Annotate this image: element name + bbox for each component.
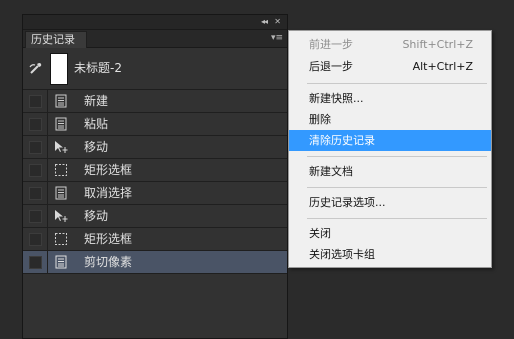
- history-source-checkbox[interactable]: [23, 136, 48, 158]
- menu-item-delete[interactable]: 删除: [289, 109, 491, 130]
- menu-item-close[interactable]: 关闭: [289, 223, 491, 244]
- menu-item-close-tab-group[interactable]: 关闭选项卡组: [289, 244, 491, 265]
- menu-item-step-forward[interactable]: 前进一步 Shift+Ctrl+Z: [289, 34, 491, 55]
- close-panel-icon[interactable]: ✕: [274, 16, 281, 28]
- history-state-row-selected[interactable]: 剪切像素: [23, 251, 287, 274]
- menu-item-history-options[interactable]: 历史记录选项...: [289, 192, 491, 213]
- menu-item-label: 历史记录选项...: [309, 196, 386, 209]
- history-state-row[interactable]: 移动: [23, 205, 287, 228]
- move-tool-icon: [55, 141, 68, 153]
- document-icon: [55, 186, 67, 200]
- collapse-panel-icon[interactable]: ◂◂: [261, 16, 268, 28]
- rect-marquee-icon: [55, 233, 67, 245]
- history-source-checkbox[interactable]: [23, 251, 48, 273]
- history-snapshot[interactable]: 未标题-2: [23, 49, 287, 90]
- menu-item-label: 新建文档: [309, 165, 353, 178]
- history-state-label: 取消选择: [84, 186, 133, 200]
- menu-item-label: 后退一步: [309, 60, 353, 73]
- tab-history[interactable]: 历史记录: [25, 31, 87, 48]
- history-state-row[interactable]: 矩形选框: [23, 228, 287, 251]
- history-state-label: 矩形选框: [84, 163, 133, 177]
- menu-item-clear-history[interactable]: 清除历史记录: [289, 130, 491, 151]
- menu-item-shortcut: Shift+Ctrl+Z: [402, 38, 473, 51]
- history-state-label: 新建: [84, 94, 109, 108]
- panel-tab-bar: 历史记录 ▾≡: [23, 30, 287, 48]
- history-source-checkbox[interactable]: [23, 205, 48, 227]
- history-state-list: 新建 粘贴 移动 矩形选框 取消选择 移动 矩形选框 剪切像素: [23, 90, 287, 274]
- menu-item-label: 清除历史记录: [309, 134, 375, 147]
- menu-item-new-document[interactable]: 新建文档: [289, 161, 491, 182]
- rect-marquee-icon: [55, 164, 67, 176]
- menu-item-label: 新建快照...: [309, 92, 364, 105]
- panel-menu-icon[interactable]: ▾≡: [271, 32, 283, 44]
- panel-title-strip: ◂◂ ✕: [23, 15, 287, 30]
- history-source-checkbox[interactable]: [23, 182, 48, 204]
- history-panel-menu: 前进一步 Shift+Ctrl+Z 后退一步 Alt+Ctrl+Z 新建快照..…: [288, 30, 492, 268]
- history-source-checkbox[interactable]: [23, 90, 48, 112]
- menu-separator: [307, 187, 487, 188]
- snapshot-label: 未标题-2: [74, 61, 122, 75]
- history-state-label: 矩形选框: [84, 232, 133, 246]
- menu-separator: [307, 83, 487, 84]
- history-state-label: 移动: [84, 140, 109, 154]
- document-icon: [55, 117, 67, 131]
- history-state-row[interactable]: 移动: [23, 136, 287, 159]
- document-icon: [55, 255, 67, 269]
- menu-item-shortcut: Alt+Ctrl+Z: [412, 60, 473, 73]
- history-source-checkbox[interactable]: [23, 113, 48, 135]
- history-brush-icon[interactable]: [29, 61, 43, 75]
- menu-item-step-backward[interactable]: 后退一步 Alt+Ctrl+Z: [289, 56, 491, 77]
- menu-separator: [307, 218, 487, 219]
- move-tool-icon: [55, 210, 68, 222]
- snapshot-thumbnail: [50, 53, 68, 85]
- document-icon: [55, 94, 67, 108]
- history-state-label: 粘贴: [84, 117, 109, 131]
- menu-item-label: 关闭: [309, 227, 331, 240]
- menu-item-label: 关闭选项卡组: [309, 248, 375, 261]
- history-state-label: 剪切像素: [84, 255, 133, 269]
- menu-item-label: 删除: [309, 113, 331, 126]
- history-source-checkbox[interactable]: [23, 159, 48, 181]
- history-source-checkbox[interactable]: [23, 228, 48, 250]
- history-panel: ◂◂ ✕ 历史记录 ▾≡ 未标题-2 新建 粘贴 移动 矩形选框 取消选择 移动…: [22, 14, 288, 339]
- menu-item-label: 前进一步: [309, 38, 353, 51]
- history-state-row[interactable]: 矩形选框: [23, 159, 287, 182]
- menu-separator: [307, 156, 487, 157]
- history-state-label: 移动: [84, 209, 109, 223]
- history-state-row[interactable]: 取消选择: [23, 182, 287, 205]
- history-state-row[interactable]: 新建: [23, 90, 287, 113]
- menu-item-new-snapshot[interactable]: 新建快照...: [289, 88, 491, 109]
- history-state-row[interactable]: 粘贴: [23, 113, 287, 136]
